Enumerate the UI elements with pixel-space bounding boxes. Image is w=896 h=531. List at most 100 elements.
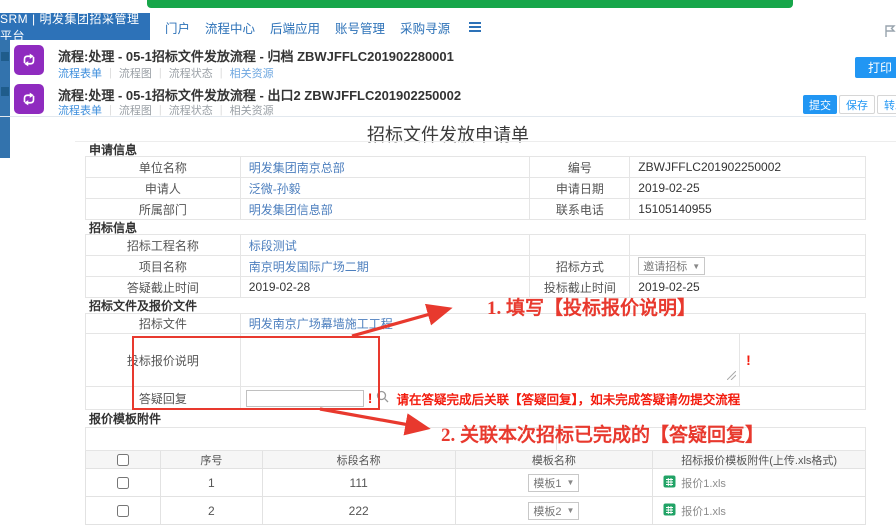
tab-process-form[interactable]: 流程表单 bbox=[58, 65, 102, 81]
row-select-cell bbox=[86, 469, 161, 496]
docs-table: 招标文件 明发南京广场幕墙施工工程 投标报价说明 ! 答疑回复 bbox=[85, 313, 866, 410]
templates-area: 序号 标段名称 模板名称 招标报价模板附件(上传.xls格式) 1 111 模板… bbox=[85, 427, 866, 525]
template-value: 模板2 bbox=[533, 503, 561, 519]
empty-row bbox=[85, 428, 866, 451]
field-value: 2019-02-25 bbox=[630, 178, 866, 198]
forward-button[interactable]: 转发 bbox=[877, 95, 896, 114]
process-title-1: 流程:处理 - 05-1招标文件发放流程 - 归档 ZBWJFFLC201902… bbox=[58, 46, 454, 65]
phone-number: 15105140955 bbox=[638, 202, 711, 216]
bid-file-link[interactable]: 明发南京广场幕墙施工工程 bbox=[249, 315, 393, 332]
field-label: 答疑截止时间 bbox=[86, 277, 241, 297]
top-nav: 门户 流程中心 后端应用 账号管理 采购寻源 bbox=[165, 18, 481, 36]
tab-separator: | bbox=[109, 67, 112, 79]
reply-cell: ! 请在答疑完成后关联【答疑回复】，如未完成答疑请勿提交流程 bbox=[241, 387, 866, 409]
section-title-bid-info: 招标信息 bbox=[85, 220, 866, 234]
quote-note-textarea[interactable] bbox=[241, 334, 739, 386]
field-value: 明发集团南京总部 bbox=[241, 157, 531, 177]
tab-separator: | bbox=[159, 67, 162, 79]
tab-separator: | bbox=[220, 104, 223, 116]
header-divider bbox=[0, 116, 896, 117]
chevron-down-icon: ▼ bbox=[567, 506, 575, 515]
select-all-cell bbox=[86, 451, 161, 468]
attachment-file-link[interactable]: 报价1.xls bbox=[681, 503, 726, 519]
row-select-cell bbox=[86, 497, 161, 524]
row-checkbox[interactable] bbox=[117, 505, 129, 517]
form-row: 单位名称 明发集团南京总部 编号 ZBWJFFLC201902250002 bbox=[85, 157, 866, 178]
department-link[interactable]: 明发集团信息部 bbox=[249, 201, 333, 218]
field-label: 项目名称 bbox=[86, 256, 241, 276]
save-button[interactable]: 保存 bbox=[839, 95, 875, 114]
submit-button[interactable]: 提交 bbox=[803, 95, 837, 114]
field-value: 2019-02-25 bbox=[630, 277, 866, 297]
workflow-icon bbox=[14, 45, 44, 75]
apply-date: 2019-02-25 bbox=[638, 181, 699, 195]
magnifier-icon[interactable] bbox=[376, 390, 389, 406]
col-header-section: 标段名称 bbox=[263, 451, 456, 468]
form-row: 所属部门 明发集团信息部 联系电话 15105140955 bbox=[85, 199, 866, 220]
required-mark: ! bbox=[746, 353, 751, 367]
form-row: 项目名称 南京明发国际广场二期 招标方式 邀请招标 ▼ bbox=[85, 256, 866, 277]
bid-project-link[interactable]: 标段测试 bbox=[249, 237, 297, 254]
col-header-attachment: 招标报价模板附件(上传.xls格式) bbox=[653, 451, 866, 468]
field-label: 投标报价说明 bbox=[86, 334, 241, 386]
table-row: 2 222 模板2 ▼ 报价1.xls bbox=[85, 497, 866, 525]
project-name-link[interactable]: 南京明发国际广场二期 bbox=[249, 258, 369, 275]
row-template-cell: 模板1 ▼ bbox=[456, 469, 654, 496]
quote-note-cell bbox=[241, 334, 740, 386]
field-label: 单位名称 bbox=[86, 157, 241, 177]
org-name-link[interactable]: 明发集团南京总部 bbox=[249, 159, 345, 176]
field-value: 明发集团信息部 bbox=[241, 199, 531, 219]
col-header-template: 模板名称 bbox=[456, 451, 654, 468]
tab-process-diagram[interactable]: 流程图 bbox=[119, 65, 152, 81]
field-label bbox=[530, 235, 630, 255]
nav-process-center[interactable]: 流程中心 bbox=[205, 18, 255, 37]
row-section-name: 111 bbox=[263, 469, 456, 496]
tab-separator: | bbox=[109, 104, 112, 116]
select-all-checkbox[interactable] bbox=[117, 454, 129, 466]
tab-related-resources[interactable]: 相关资源 bbox=[230, 65, 274, 81]
nav-backend-apps[interactable]: 后端应用 bbox=[270, 18, 320, 37]
chevron-down-icon: ▼ bbox=[567, 478, 575, 487]
col-header-no: 序号 bbox=[161, 451, 263, 468]
nav-account-mgmt[interactable]: 账号管理 bbox=[335, 18, 385, 37]
field-label: 申请日期 bbox=[530, 178, 630, 198]
bid-deadline: 2019-02-25 bbox=[638, 280, 699, 294]
attachment-file-link[interactable]: 报价1.xls bbox=[681, 475, 726, 491]
nav-sourcing[interactable]: 采购寻源 bbox=[400, 18, 450, 37]
field-value: 15105140955 bbox=[630, 199, 866, 219]
field-value: 标段测试 bbox=[241, 235, 531, 255]
field-value: 泛微-孙毅 bbox=[241, 178, 531, 198]
hamburger-menu-icon[interactable] bbox=[469, 22, 481, 32]
section-title-apply-info: 申请信息 bbox=[85, 142, 866, 156]
field-value: 2019-02-28 bbox=[241, 277, 531, 297]
applicant-link[interactable]: 泛微-孙毅 bbox=[249, 180, 301, 197]
field-label: 联系电话 bbox=[530, 199, 630, 219]
field-value bbox=[630, 235, 866, 255]
sidebar-mark bbox=[1, 87, 9, 96]
qa-deadline: 2019-02-28 bbox=[249, 280, 310, 294]
bid-method-select[interactable]: 邀请招标 ▼ bbox=[638, 257, 705, 275]
tab-process-status[interactable]: 流程状态 bbox=[169, 65, 213, 81]
row-no: 2 bbox=[161, 497, 263, 524]
row-checkbox[interactable] bbox=[117, 477, 129, 489]
required-cell: ! bbox=[740, 334, 866, 386]
field-label: 投标截止时间 bbox=[530, 277, 630, 297]
resize-handle-icon[interactable] bbox=[727, 369, 736, 383]
qa-reply-input[interactable] bbox=[246, 390, 364, 407]
nav-portal[interactable]: 门户 bbox=[165, 18, 190, 37]
print-button[interactable]: 打印 bbox=[855, 57, 896, 78]
form-row: 招标工程名称 标段测试 bbox=[85, 235, 866, 256]
srm-page: SRM | 明发集团招采管理平台 门户 流程中心 后端应用 账号管理 采购寻源 … bbox=[0, 0, 896, 531]
bid-info-table: 招标工程名称 标段测试 项目名称 南京明发国际广场二期 招标方式 邀请招标 ▼ … bbox=[85, 234, 866, 298]
top-green-strip bbox=[147, 0, 793, 8]
grid-header-row: 序号 标段名称 模板名称 招标报价模板附件(上传.xls格式) bbox=[85, 451, 866, 469]
excel-file-icon bbox=[663, 503, 676, 519]
template-select[interactable]: 模板2 ▼ bbox=[528, 502, 579, 520]
form-row: 投标报价说明 ! bbox=[85, 334, 866, 387]
tab-separator: | bbox=[220, 67, 223, 79]
doc-number: ZBWJFFLC201902250002 bbox=[638, 160, 781, 174]
reply-warning-text: 请在答疑完成后关联【答疑回复】，如未完成答疑请勿提交流程 bbox=[396, 389, 740, 408]
notification-icon[interactable] bbox=[884, 24, 896, 38]
workflow-icon bbox=[14, 84, 44, 114]
template-select[interactable]: 模板1 ▼ bbox=[528, 474, 579, 492]
